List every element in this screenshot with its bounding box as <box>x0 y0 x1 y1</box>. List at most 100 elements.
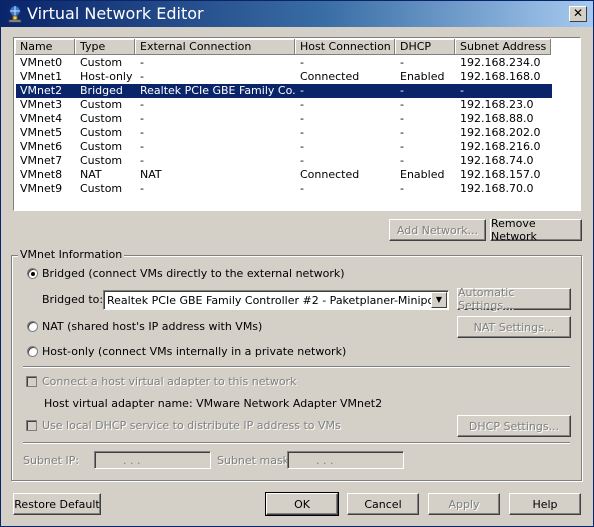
subnet-mask-dots: . . . <box>316 454 334 467</box>
table-cell: VMnet7 <box>20 154 63 167</box>
table-cell: 192.168.23.0 <box>460 98 534 111</box>
table-cell: - <box>140 140 144 153</box>
table-cell: VMnet0 <box>20 56 63 69</box>
table-cell: - <box>300 56 304 69</box>
table-cell: Host-only <box>80 70 133 83</box>
subnet-mask-field[interactable]: . . . <box>287 451 404 469</box>
table-cell: VMnet4 <box>20 112 63 125</box>
table-row[interactable]: VMnet2 Bridged Realtek PCIe GBE Family Co.… <box>15 83 553 99</box>
table-cell: 192.168.234.0 <box>460 56 541 69</box>
adapter-name-label: Host virtual adapter name: VMware Networ… <box>44 397 383 410</box>
bridged-to-label: Bridged to: <box>42 293 104 306</box>
table-cell: VMnet9 <box>20 182 63 195</box>
table-cell: Enabled <box>400 168 445 181</box>
table-cell: Bridged <box>80 84 123 97</box>
virtual-network-editor-window: Virtual Network Editor ✕ Name Type Exter… <box>0 0 594 527</box>
table-cell: - <box>460 84 464 97</box>
table-cell: NAT <box>140 168 162 181</box>
apply-button[interactable]: Apply <box>428 493 500 515</box>
table-row[interactable]: VMnet9 Custom - - - 192.168.70.0 <box>16 182 552 196</box>
column-header-type[interactable]: Type <box>75 39 135 55</box>
table-cell: - <box>300 98 304 111</box>
close-button[interactable]: ✕ <box>569 6 587 22</box>
table-cell: 192.168.202.0 <box>460 126 541 139</box>
help-button[interactable]: Help <box>509 493 581 515</box>
dhcp-settings-button[interactable]: DHCP Settings... <box>457 415 571 437</box>
add-network-button[interactable]: Add Network... <box>389 219 486 241</box>
dhcp-checkbox[interactable] <box>26 420 37 431</box>
subnet-ip-dots: . . . <box>123 454 141 467</box>
table-cell: 192.168.157.0 <box>460 168 541 181</box>
table-cell: Realtek PCIe GBE Family Co... <box>140 84 296 97</box>
table-cell: - <box>400 112 404 125</box>
table-cell: Custom <box>80 126 123 139</box>
table-cell: Custom <box>80 112 123 125</box>
table-cell: - <box>300 112 304 125</box>
table-cell: VMnet3 <box>20 98 63 111</box>
table-cell: - <box>140 126 144 139</box>
table-cell: NAT <box>80 168 102 181</box>
host-only-radio-label[interactable]: Host-only (connect VMs internally in a p… <box>42 345 346 358</box>
nat-radio-label[interactable]: NAT (shared host's IP address with VMs) <box>42 320 262 333</box>
connect-adapter-checkbox[interactable] <box>26 376 37 387</box>
table-cell: - <box>140 98 144 111</box>
chevron-down-icon[interactable]: ▼ <box>431 292 447 308</box>
column-header-host-connection[interactable]: Host Connection <box>295 39 395 55</box>
table-cell: - <box>140 154 144 167</box>
table-row[interactable]: VMnet0 Custom - - - 192.168.234.0 <box>16 56 552 70</box>
table-cell: - <box>300 182 304 195</box>
table-cell: - <box>300 126 304 139</box>
nat-settings-button[interactable]: NAT Settings... <box>457 316 571 338</box>
bridged-to-value: Realtek PCIe GBE Family Controller #2 - … <box>107 294 444 307</box>
table-cell: 192.168.168.0 <box>460 70 541 83</box>
table-cell: - <box>400 84 404 97</box>
table-cell: 192.168.88.0 <box>460 112 534 125</box>
subnet-ip-field[interactable]: . . . <box>94 451 211 469</box>
table-cell: VMnet8 <box>20 168 63 181</box>
table-row[interactable]: VMnet8 NAT NAT Connected Enabled 192.168.157.… <box>16 168 552 182</box>
table-cell: 192.168.70.0 <box>460 182 534 195</box>
cancel-button[interactable]: Cancel <box>347 493 419 515</box>
table-cell: VMnet1 <box>20 70 63 83</box>
table-cell: - <box>400 98 404 111</box>
connect-adapter-label[interactable]: Connect a host virtual adapter to this n… <box>42 375 296 388</box>
table-cell: - <box>140 70 144 83</box>
subnet-ip-label: Subnet IP: <box>23 454 80 467</box>
column-header-external-connection[interactable]: External Connection <box>135 39 295 55</box>
column-header-subnet-address[interactable]: Subnet Address <box>455 39 551 55</box>
dhcp-label[interactable]: Use local DHCP service to distribute IP … <box>42 419 341 432</box>
table-row[interactable]: VMnet6 Custom - - - 192.168.216.0 <box>16 140 552 154</box>
host-only-radio[interactable] <box>27 346 38 357</box>
table-row[interactable]: VMnet4 Custom - - - 192.168.88.0 <box>16 112 552 126</box>
table-cell: Custom <box>80 98 123 111</box>
restore-default-button[interactable]: Restore Default <box>13 493 101 515</box>
table-cell: Connected <box>300 70 360 83</box>
column-header-name[interactable]: Name <box>15 39 75 55</box>
bridged-radio-label[interactable]: Bridged (connect VMs directly to the ext… <box>42 267 345 280</box>
table-cell: - <box>400 140 404 153</box>
column-header-dhcp[interactable]: DHCP <box>395 39 455 55</box>
table-row[interactable]: VMnet7 Custom - - - 192.168.74.0 <box>16 154 552 168</box>
bridged-radio[interactable] <box>27 268 38 279</box>
table-cell: Custom <box>80 154 123 167</box>
table-row[interactable]: VMnet3 Custom - - - 192.168.23.0 <box>16 98 552 112</box>
ok-button[interactable]: OK <box>265 492 339 516</box>
network-list[interactable]: Name Type External Connection Host Conne… <box>13 37 581 211</box>
table-cell: - <box>300 140 304 153</box>
bridged-to-dropdown[interactable]: Realtek PCIe GBE Family Controller #2 - … <box>103 290 449 310</box>
title-bar[interactable]: Virtual Network Editor ✕ <box>1 1 593 27</box>
table-cell: - <box>400 56 404 69</box>
table-cell: - <box>400 126 404 139</box>
table-cell: Custom <box>80 56 123 69</box>
list-header: Name Type External Connection Host Conne… <box>15 39 551 55</box>
close-icon: ✕ <box>572 6 584 20</box>
table-row[interactable]: VMnet5 Custom - - - 192.168.202.0 <box>16 126 552 140</box>
table-cell: Custom <box>80 182 123 195</box>
nat-radio[interactable] <box>27 321 38 332</box>
table-cell: - <box>140 112 144 125</box>
table-cell: 192.168.216.0 <box>460 140 541 153</box>
automatic-settings-button[interactable]: Automatic Settings... <box>457 286 571 312</box>
remove-network-button[interactable]: Remove Network <box>490 217 582 243</box>
table-row[interactable]: VMnet1 Host-only - Connected Enabled 192.168.… <box>16 70 552 84</box>
table-cell: - <box>400 154 404 167</box>
